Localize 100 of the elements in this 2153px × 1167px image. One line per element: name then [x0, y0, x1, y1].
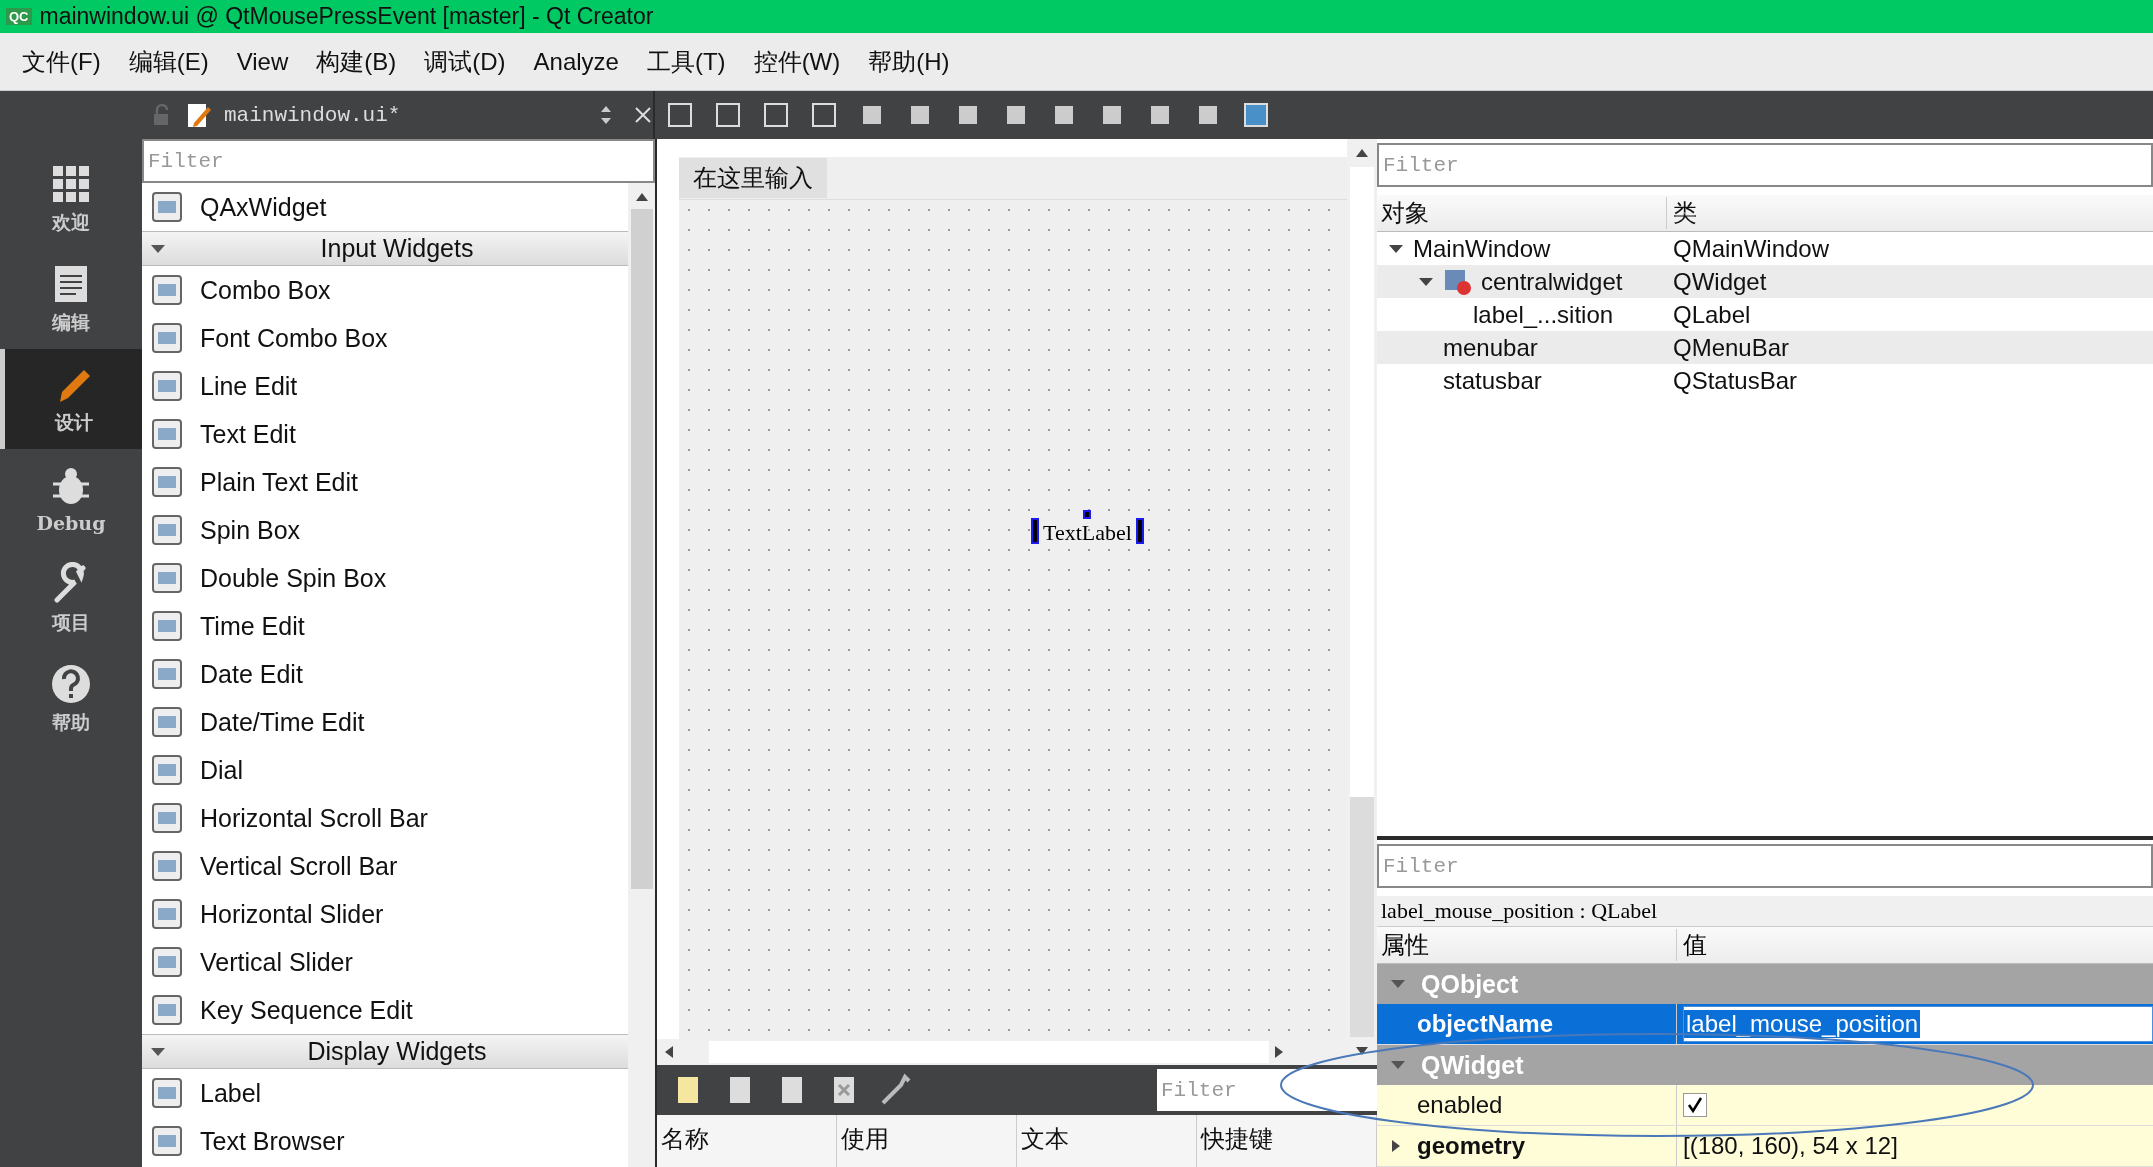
property-value-field[interactable]: label_mouse_position	[1683, 1006, 2153, 1042]
object-name[interactable]: centralwidget	[1481, 267, 1623, 296]
widget-icon	[150, 273, 184, 307]
menu-item[interactable]: View	[222, 47, 303, 76]
widget-list-item[interactable]: Dial	[200, 755, 244, 785]
widget-list-item[interactable]: Double Spin Box	[200, 563, 387, 593]
object-name[interactable]: menubar	[1443, 333, 1538, 362]
property-row[interactable]: geometry [(180, 160), 54 x 12]	[1377, 1126, 2153, 1167]
property-row[interactable]: enabled	[1377, 1085, 2153, 1126]
text-label-widget[interactable]: TextLabel	[1029, 510, 1146, 546]
class-name: QMainWindow	[1672, 234, 1831, 263]
expand-arrow-icon[interactable]	[1387, 242, 1405, 255]
layout-tool-icon[interactable]	[665, 100, 695, 130]
widget-list-item[interactable]: Horizontal Slider	[200, 899, 384, 929]
mode-button[interactable]: 项目	[0, 549, 142, 649]
widget-list-item[interactable]: Plain Text Edit	[200, 467, 358, 497]
widget-list-item[interactable]: Label	[200, 1078, 262, 1108]
filter-field[interactable]: Filter	[1377, 844, 2153, 888]
layout-tool-icon[interactable]	[761, 100, 791, 130]
widget-list-item[interactable]: Date/Time Edit	[200, 707, 365, 737]
widget-icon	[150, 1124, 184, 1158]
scroll-bar[interactable]	[628, 183, 655, 1167]
menu-item[interactable]: Analyze	[519, 47, 633, 76]
menu-item[interactable]: 控件(W)	[739, 45, 855, 78]
column-header[interactable]: 属性	[1377, 929, 1677, 961]
mode-button[interactable]: 编辑	[0, 249, 142, 349]
widget-list-item[interactable]: Font Combo Box	[200, 323, 388, 353]
mode-button[interactable]: Debug	[0, 449, 142, 549]
window-title: mainwindow.ui @ QtMousePressEvent [master] - Qt Creator	[39, 3, 654, 30]
widget-list-item[interactable]: Key Sequence Edit	[200, 995, 413, 1025]
menu-item[interactable]: 帮助(H)	[854, 45, 964, 78]
column-header[interactable]: 文本	[1017, 1115, 1197, 1167]
category-label: Input Widgets	[319, 234, 475, 263]
filter-field[interactable]: Filter	[142, 139, 655, 183]
menu-item[interactable]: 工具(T)	[632, 45, 740, 78]
widget-list-item[interactable]: QAxWidget	[200, 192, 327, 222]
widget-list-item[interactable]: Spin Box	[200, 515, 301, 545]
close-icon[interactable]	[633, 105, 653, 125]
property-value: [(180, 160), 54 x 12]	[1683, 1132, 1898, 1160]
column-header[interactable]: 值	[1677, 929, 2153, 961]
class-name: QLabel	[1672, 300, 1752, 329]
widget-icon	[150, 801, 184, 835]
widget-list-item[interactable]: Vertical Scroll Bar	[200, 851, 398, 881]
class-name: QWidget	[1672, 267, 1768, 296]
widget-icon	[150, 705, 184, 739]
expand-arrow-icon[interactable]	[1417, 275, 1435, 288]
layout-tool-icon[interactable]	[1241, 100, 1271, 130]
vertical-scroll-bar[interactable]	[1347, 139, 1377, 1065]
widget-list-item[interactable]: Line Edit	[200, 371, 298, 401]
open-file-name[interactable]: mainwindow.ui*	[224, 103, 587, 127]
menu-item[interactable]: 文件(F)	[8, 45, 115, 78]
class-name: QMenuBar	[1672, 333, 1791, 362]
layout-tool-icon[interactable]	[809, 100, 839, 130]
widget-icon	[150, 657, 184, 691]
widget-list-item[interactable]: Time Edit	[200, 611, 305, 641]
expand-arrow-icon[interactable]	[150, 243, 166, 254]
widget-icon	[150, 945, 184, 979]
up-down-arrows-icon[interactable]	[599, 104, 613, 126]
menu-item[interactable]: 编辑(E)	[114, 45, 223, 78]
expand-arrow-icon[interactable]	[150, 1046, 166, 1057]
widget-list-item[interactable]: Text Edit	[200, 419, 296, 449]
widget-icon	[150, 369, 184, 403]
column-header[interactable]: 使用	[837, 1115, 1017, 1167]
widget-icon	[150, 190, 184, 224]
property-name: geometry	[1417, 1132, 1526, 1160]
column-header[interactable]: 名称	[657, 1115, 837, 1167]
selected-object-label: label_mouse_position : QLabel	[1377, 896, 2153, 927]
column-header[interactable]: 类	[1667, 197, 2153, 229]
object-name[interactable]: label_...sition	[1473, 300, 1614, 329]
filter-field[interactable]: Filter	[1377, 143, 2153, 187]
mode-button[interactable]: 帮助	[0, 649, 142, 749]
widget-list-item[interactable]: Vertical Slider	[200, 947, 353, 977]
category-header[interactable]: Display Widgets	[142, 1034, 628, 1069]
object-name[interactable]: MainWindow	[1413, 234, 1551, 263]
property-name: objectName	[1417, 1010, 1554, 1038]
mode-button[interactable]: 设计	[0, 349, 142, 449]
widget-list-item[interactable]: Date Edit	[200, 659, 303, 689]
object-name[interactable]: statusbar	[1443, 366, 1542, 395]
widget-list-item[interactable]: Combo Box	[200, 275, 331, 305]
file-edit-icon	[186, 101, 212, 129]
help-icon	[49, 662, 93, 706]
category-header[interactable]: Input Widgets	[142, 231, 628, 266]
widget-icon	[150, 849, 184, 883]
widget-list-item[interactable]: Horizontal Scroll Bar	[200, 803, 428, 833]
menu-item[interactable]: 调试(D)	[410, 45, 520, 78]
widget-list-item[interactable]: Text Browser	[200, 1126, 345, 1156]
widget-icon	[150, 897, 184, 931]
scroll-up-icon[interactable]	[633, 191, 650, 203]
column-header[interactable]: 对象	[1377, 197, 1667, 229]
horizontal-scroll-bar[interactable]	[657, 1039, 1347, 1065]
widget-icon	[150, 321, 184, 355]
app-logo-icon: QC	[6, 8, 32, 25]
filter-field[interactable]: Filter	[1157, 1069, 1377, 1111]
property-row[interactable]: objectName label_mouse_position	[1377, 1004, 2153, 1045]
widget-icon	[150, 1076, 184, 1110]
checkbox[interactable]	[1683, 1093, 1707, 1117]
menu-placeholder[interactable]: 在这里输入	[679, 158, 827, 198]
layout-tool-icon[interactable]	[713, 100, 743, 130]
mode-button[interactable]: 欢迎	[0, 149, 142, 249]
menu-item[interactable]: 构建(B)	[302, 45, 411, 78]
